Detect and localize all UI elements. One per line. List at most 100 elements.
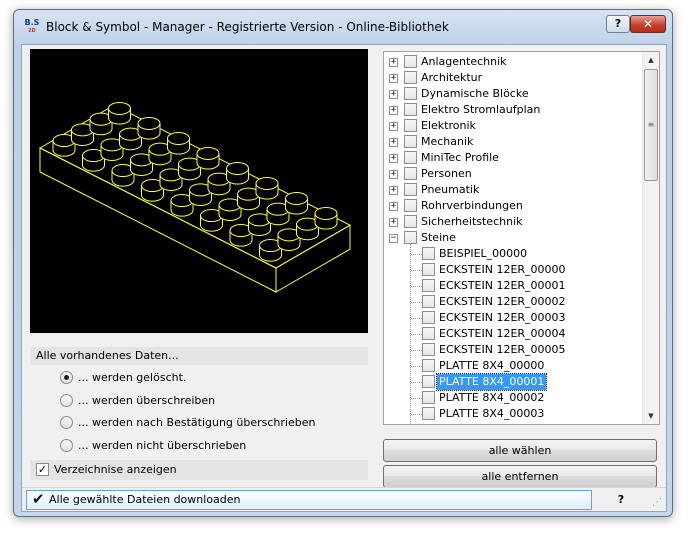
tree-child-checkbox[interactable] — [422, 327, 435, 340]
tree-category[interactable]: + Elektronik — [384, 118, 642, 134]
scroll-thumb[interactable]: ≡ — [644, 69, 658, 181]
expand-icon[interactable]: + — [389, 74, 398, 83]
tree-child-item[interactable]: PLATTE 8X4_00001 — [384, 373, 642, 391]
tree-child-item[interactable]: PLATTE 8X4_00003 — [384, 406, 642, 422]
tree-child-checkbox[interactable] — [422, 359, 435, 372]
tree-category-checkbox[interactable] — [404, 215, 417, 228]
tree-child-item[interactable]: ECKSTEIN 12ER_00005 — [384, 342, 642, 358]
tree-child-label: ECKSTEIN 12ER_00004 — [439, 327, 566, 340]
tree-category-label: Pneumatik — [421, 183, 480, 196]
tree-child-checkbox[interactable] — [422, 407, 435, 420]
radio-overwrite-confirm-button[interactable] — [60, 415, 73, 429]
expand-icon[interactable]: + — [389, 202, 398, 211]
tree-category-checkbox[interactable] — [404, 167, 417, 180]
brick-stud-top — [285, 191, 308, 205]
expand-icon[interactable]: + — [389, 90, 398, 99]
app-logo-subtext: 2D — [28, 28, 36, 34]
download-status-field[interactable]: ✔ Alle gewählte Dateien downloaden — [26, 490, 592, 510]
tree-category-checkbox[interactable] — [404, 55, 417, 68]
tree-child-checkbox[interactable] — [422, 391, 435, 404]
tree-child-item[interactable]: ECKSTEIN 12ER_00002 — [384, 294, 642, 310]
radio-no-overwrite-button[interactable] — [60, 438, 73, 452]
resize-grip-icon[interactable]: ⋰ — [651, 497, 663, 509]
status-help-icon[interactable]: ? — [612, 490, 630, 510]
tree-child-label: ECKSTEIN 12ER_00005 — [439, 343, 566, 356]
tree-category-checkbox[interactable] — [404, 231, 417, 244]
tree-child-checkbox[interactable] — [422, 279, 435, 292]
tree-category-checkbox[interactable] — [404, 199, 417, 212]
tree-child-item[interactable]: ECKSTEIN 12ER_00003 — [384, 310, 642, 326]
brick-stud-top — [226, 161, 249, 175]
expand-icon[interactable]: + — [389, 58, 398, 67]
tree-category[interactable]: + Architektur — [384, 70, 642, 86]
app-logo-icon: B.S 2D — [23, 19, 41, 35]
tree-child-checkbox[interactable] — [422, 311, 435, 324]
expand-icon[interactable]: + — [389, 170, 398, 179]
tree-category[interactable]: + Personen — [384, 166, 642, 182]
expand-icon[interactable]: + — [389, 218, 398, 227]
expand-icon[interactable]: + — [389, 186, 398, 195]
tree-child-item[interactable]: ECKSTEIN 12ER_00004 — [384, 326, 642, 342]
tree-category[interactable]: + MiniTec Profile — [384, 150, 642, 166]
tree-category-label: Rohrverbindungen — [421, 199, 523, 212]
tree-category[interactable]: + Rohrverbindungen — [384, 198, 642, 214]
tree-category-label: Personen — [421, 167, 472, 180]
remove-all-button[interactable]: alle entfernen — [383, 465, 657, 488]
tree-category[interactable]: + Pneumatik — [384, 182, 642, 198]
tree-category[interactable]: + Mechanik — [384, 134, 642, 150]
tree-child-item[interactable]: PLATTE 8X4_00002 — [384, 390, 642, 406]
tree-category-checkbox[interactable] — [404, 151, 417, 164]
tree-child-checkbox[interactable] — [422, 247, 435, 260]
radio-overwrite-button[interactable] — [60, 393, 73, 407]
tree-category[interactable]: + Sicherheitstechnik — [384, 214, 642, 230]
radio-delete[interactable]: ... werden gelöscht. — [60, 369, 186, 387]
radio-overwrite-confirm[interactable]: ... werden nach Bestätigung überschriebe… — [60, 414, 315, 432]
brick-stud-top — [196, 146, 220, 160]
brick-stud-top — [255, 176, 279, 190]
tree-child-item[interactable]: BEISPIEL_00000 — [384, 246, 642, 262]
tree-child-checkbox[interactable] — [422, 263, 435, 276]
brick-stud-top — [137, 116, 161, 130]
expand-icon[interactable]: + — [389, 106, 398, 115]
tree-child-item[interactable]: PLATTE 8X4_00000 — [384, 358, 642, 374]
close-button[interactable]: ✕ — [630, 15, 666, 33]
tree-category-label: Dynamische Blöcke — [421, 87, 529, 100]
tree-child-label: PLATTE 8X4_00003 — [439, 407, 545, 420]
select-all-button[interactable]: alle wählen — [383, 439, 657, 462]
radio-no-overwrite[interactable]: ... werden nicht überschrieben — [60, 437, 246, 455]
tree-category-label: Elektro Stromlaufplan — [421, 103, 541, 116]
tree-child-item[interactable]: ECKSTEIN 12ER_00000 — [384, 262, 642, 278]
radio-delete-button[interactable] — [60, 370, 73, 384]
tree-category[interactable]: − Steine — [384, 230, 642, 246]
tree-category-checkbox[interactable] — [404, 71, 417, 84]
tree-category[interactable]: + Elektro Stromlaufplan — [384, 102, 642, 118]
tree-scrollbar[interactable]: ▲ ≡ ▼ — [642, 52, 659, 424]
radio-overwrite-label: ... werden überschreiben — [78, 394, 216, 407]
tree-category[interactable]: + Dynamische Blöcke — [384, 86, 642, 102]
tree-child-checkbox[interactable] — [422, 295, 435, 308]
tree-category-checkbox[interactable] — [404, 103, 417, 116]
expand-icon[interactable]: + — [389, 138, 398, 147]
tree-category[interactable]: + Anlagentechnik — [384, 54, 642, 70]
tree-category-checkbox[interactable] — [404, 183, 417, 196]
radio-overwrite[interactable]: ... werden überschreiben — [60, 392, 215, 410]
show-directories-option[interactable]: ✓ Verzeichnise anzeigen — [30, 460, 368, 480]
show-directories-checkbox[interactable]: ✓ — [36, 462, 49, 476]
expand-icon[interactable]: + — [389, 154, 398, 163]
expand-icon[interactable]: + — [389, 122, 398, 131]
scroll-down-arrow-icon[interactable]: ▼ — [643, 408, 659, 424]
tree-child-checkbox[interactable] — [422, 343, 435, 356]
title-bar[interactable]: B.S 2D Block & Symbol - Manager - Regist… — [14, 10, 672, 44]
tree-child-checkbox[interactable] — [422, 375, 435, 388]
scroll-up-arrow-icon[interactable]: ▲ — [643, 52, 659, 68]
options-group-label: Alle vorhandenes Daten... — [30, 347, 368, 365]
tree-category-checkbox[interactable] — [404, 119, 417, 132]
radio-delete-label: ... werden gelöscht. — [78, 371, 187, 384]
library-tree[interactable]: ▲ ≡ ▼ + Anlagentechnik + Architektur + Dynami… — [383, 51, 660, 425]
tree-child-label: ECKSTEIN 12ER_00003 — [439, 311, 566, 324]
tree-category-checkbox[interactable] — [404, 87, 417, 100]
tree-child-item[interactable]: ECKSTEIN 12ER_00001 — [384, 278, 642, 294]
tree-category-checkbox[interactable] — [404, 135, 417, 148]
title-help-button[interactable]: ? — [606, 15, 630, 33]
collapse-icon[interactable]: − — [389, 234, 398, 243]
